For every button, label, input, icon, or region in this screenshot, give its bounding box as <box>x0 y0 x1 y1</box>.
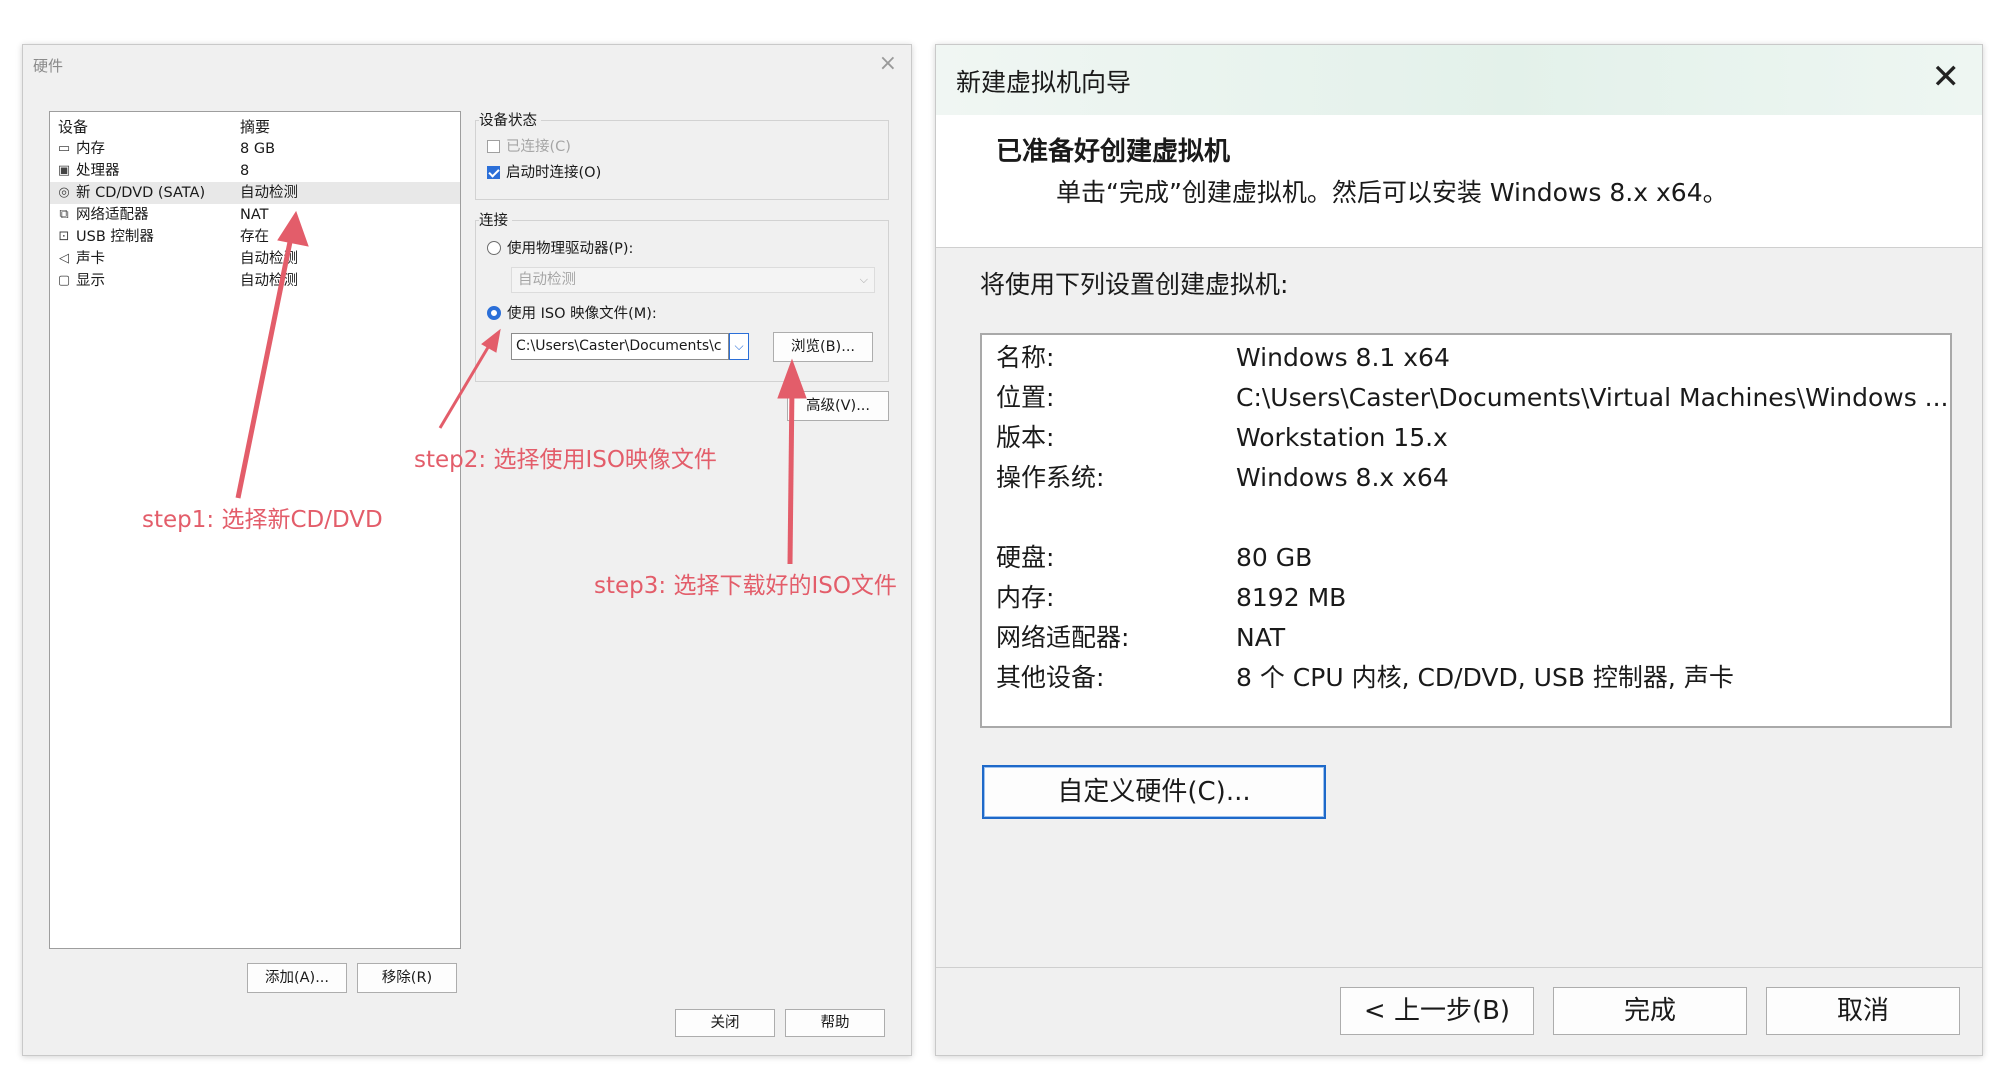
wizard-header: 已准备好创建虚拟机 单击“完成”创建虚拟机。然后可以安装 Windows 8.x… <box>936 115 1982 248</box>
arrow-step2-head <box>481 328 501 353</box>
back-button[interactable]: < 上一步(B) <box>1340 987 1534 1035</box>
wizard-heading: 已准备好创建虚拟机 <box>996 137 1231 167</box>
summary-value: Workstation 15.x <box>1236 423 1448 452</box>
summary-lead: 将使用下列设置创建虚拟机: <box>980 270 1289 299</box>
summary-value: NAT <box>1236 623 1286 652</box>
finish-button[interactable]: 完成 <box>1553 987 1747 1035</box>
summary-key: 名称: <box>996 343 1055 372</box>
annotation-step3: step3: 选择下载好的ISO文件 <box>594 573 897 599</box>
summary-key: 其他设备: <box>996 663 1105 692</box>
close-icon[interactable]: ✕ <box>1932 57 1961 97</box>
summary-key: 网络适配器: <box>996 623 1130 652</box>
new-vm-wizard-dialog: 新建虚拟机向导 ✕ 已准备好创建虚拟机 单击“完成”创建虚拟机。然后可以安装 W… <box>935 44 1983 1056</box>
summary-key: 版本: <box>996 423 1055 452</box>
summary-key: 硬盘: <box>996 543 1055 572</box>
arrow-step2 <box>438 343 492 429</box>
annotation-step2: step2: 选择使用ISO映像文件 <box>414 447 717 473</box>
summary-value: 80 GB <box>1236 543 1313 572</box>
annotation-step1: step1: 选择新CD/DVD <box>142 507 383 533</box>
summary-value: 8192 MB <box>1236 583 1347 612</box>
arrow-step1-head <box>277 210 309 247</box>
arrow-step1 <box>235 231 295 499</box>
wizard-titlebar: 新建虚拟机向导 ✕ <box>936 45 1982 115</box>
settings-summary: 名称: Windows 8.1 x64 位置: C:\Users\Caster\… <box>980 333 1952 728</box>
customize-hardware-button[interactable]: 自定义硬件(C)... <box>982 765 1326 819</box>
summary-value: 8 个 CPU 内核, CD/DVD, USB 控制器, 声卡 <box>1236 663 1734 692</box>
summary-value: Windows 8.1 x64 <box>1236 343 1450 372</box>
cancel-button[interactable]: 取消 <box>1766 987 1960 1035</box>
arrow-step3-head <box>777 358 807 399</box>
summary-key: 位置: <box>996 383 1055 412</box>
wizard-title: 新建虚拟机向导 <box>956 68 1132 97</box>
footer-divider <box>936 967 1982 968</box>
summary-key: 内存: <box>996 583 1055 612</box>
wizard-subheading: 单击“完成”创建虚拟机。然后可以安装 Windows 8.x x64。 <box>1056 178 1728 207</box>
summary-key: 操作系统: <box>996 463 1105 492</box>
summary-value: Windows 8.x x64 <box>1236 463 1449 492</box>
arrow-step3 <box>787 385 795 565</box>
summary-value: C:\Users\Caster\Documents\Virtual Machin… <box>1236 383 1949 412</box>
